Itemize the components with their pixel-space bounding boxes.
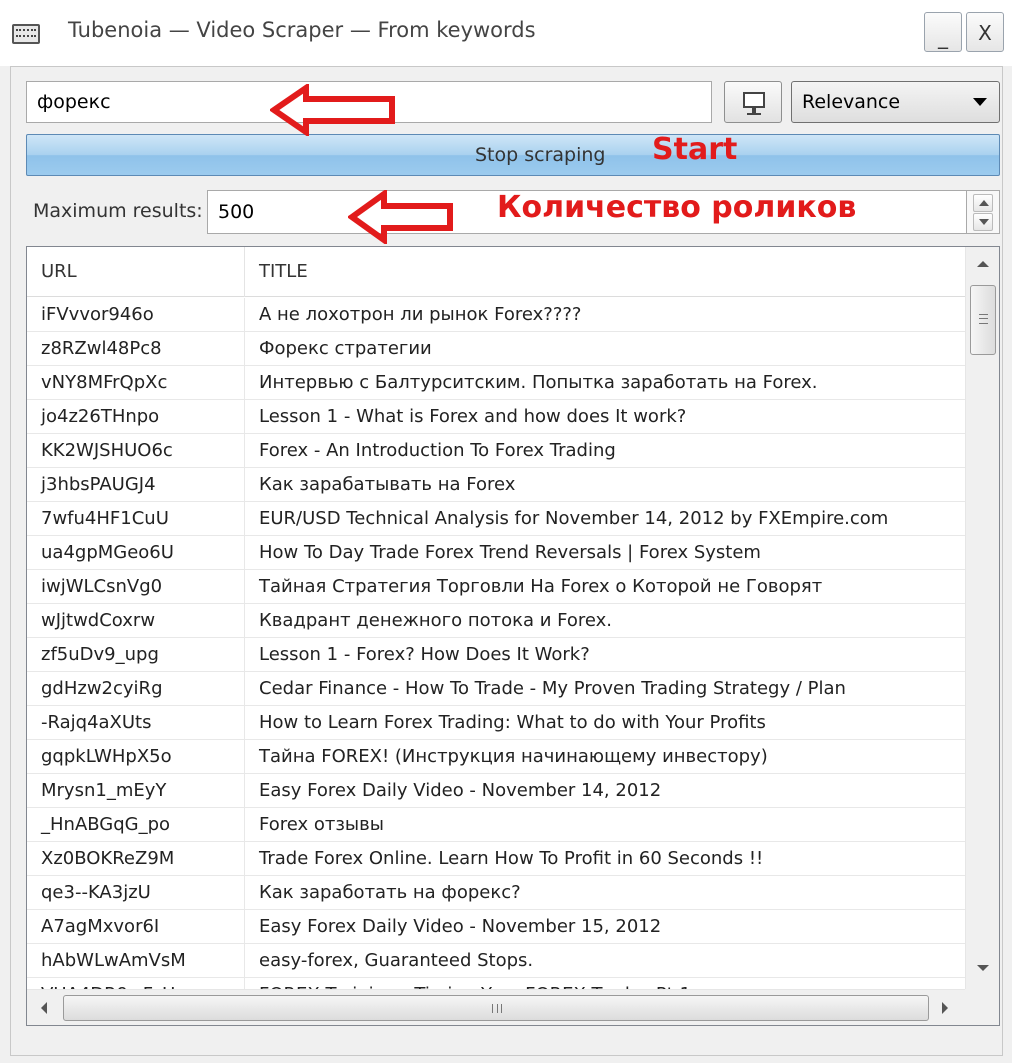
cell-url: wJjtwdCoxrw: [27, 604, 245, 637]
cell-title: How to Learn Forex Trading: What to do w…: [259, 712, 766, 733]
cell-url: zf5uDv9_upg: [27, 638, 245, 671]
column-header-title[interactable]: TITLE: [245, 247, 965, 297]
cell-title: Easy Forex Daily Video - November 15, 20…: [259, 916, 662, 937]
cell-title: Trade Forex Online. Learn How To Profit …: [259, 848, 764, 869]
horizontal-scroll-thumb[interactable]: [63, 995, 929, 1021]
cell-title: Forex отзывы: [259, 814, 384, 835]
horizontal-scrollbar[interactable]: [27, 989, 965, 1025]
cell-url: -Rajq4aXUts: [27, 706, 245, 739]
annotation-arrow-search-icon: [270, 84, 395, 136]
cell-title: How To Day Trade Forex Trend Reversals |…: [259, 542, 761, 563]
cell-url: z8RZwl48Pc8: [27, 332, 245, 365]
chevron-down-icon: [973, 98, 987, 106]
annotation-start: Start: [652, 132, 738, 167]
scroll-corner: [965, 989, 999, 1025]
cell-title: easy-forex, Guaranteed Stops.: [259, 950, 534, 971]
table-body: iFVvvor946o А не лохотрон ли рынок Forex?…: [27, 298, 965, 1012]
vertical-scroll-thumb[interactable]: [970, 285, 996, 355]
cell-url: _HnABGqG_po: [27, 808, 245, 841]
scroll-right-icon[interactable]: [942, 1002, 948, 1014]
cell-url: hAbWLwAmVsM: [27, 944, 245, 977]
cell-url: 7wfu4HF1CuU: [27, 502, 245, 535]
table-row[interactable]: gdHzw2cyiRg Cedar Finance - How To Trade …: [27, 672, 965, 706]
cell-title: А не лохотрон ли рынок Forex????: [259, 304, 582, 325]
cell-title: Как зарабатывать на Forex: [259, 474, 516, 495]
cell-title: Интервью с Балтурситским. Попытка зарабо…: [259, 372, 818, 393]
cell-url: A7agMxvor6I: [27, 910, 245, 943]
spin-down-icon[interactable]: [973, 213, 993, 231]
cell-url: gdHzw2cyiRg: [27, 672, 245, 705]
minimize-label: _: [938, 25, 948, 49]
table-row[interactable]: jo4z26THnpo Lesson 1 - What is Forex and …: [27, 400, 965, 434]
table-row[interactable]: 7wfu4HF1CuU EUR/USD Technical Analysis fo…: [27, 502, 965, 536]
table-row[interactable]: -Rajq4aXUts How to Learn Forex Trading: W…: [27, 706, 965, 740]
table-row[interactable]: wJjtwdCoxrw Квадрант денежного потока и F…: [27, 604, 965, 638]
annotation-arrow-max-results-icon: [348, 190, 453, 244]
cell-title: Форекс стратегии: [259, 338, 432, 359]
results-table: URL TITLE iFVvvor946o А не лохотрон ли ры…: [26, 246, 1000, 1026]
stop-scraping-label: Stop scraping: [475, 144, 606, 166]
table-row[interactable]: _HnABGqG_po Forex отзывы: [27, 808, 965, 842]
table-header: URL TITLE: [27, 247, 965, 297]
spin-up-icon[interactable]: [973, 194, 993, 212]
table-row[interactable]: Mrysn1_mEyY Easy Forex Daily Video - Nove…: [27, 774, 965, 808]
cell-url: qe3--KA3jzU: [27, 876, 245, 909]
table-row[interactable]: iwjWLCsnVg0 Тайная Стратегия Торговли На …: [27, 570, 965, 604]
window-title: Tubenoia — Video Scraper — From keywords: [68, 18, 536, 42]
scroll-left-icon[interactable]: [41, 1002, 47, 1014]
cell-url: iFVvvor946o: [27, 298, 245, 331]
cell-title: EUR/USD Technical Analysis for November …: [259, 508, 889, 529]
cell-url: Xz0BOKReZ9M: [27, 842, 245, 875]
scroll-up-icon[interactable]: [977, 261, 989, 267]
vertical-scrollbar[interactable]: [965, 247, 999, 989]
monitor-button[interactable]: [724, 81, 782, 123]
cell-title: Lesson 1 - What is Forex and how does It…: [259, 406, 687, 427]
cell-title: Lesson 1 - Forex? How Does It Work?: [259, 644, 590, 665]
stop-scraping-button[interactable]: Stop scraping: [26, 134, 1000, 176]
table-row[interactable]: hAbWLwAmVsM easy-forex, Guaranteed Stops.: [27, 944, 965, 978]
close-button[interactable]: X: [966, 12, 1004, 52]
app-icon: [12, 24, 40, 44]
title-bar: Tubenoia — Video Scraper — From keywords…: [0, 0, 1012, 66]
table-row[interactable]: iFVvvor946o А не лохотрон ли рынок Forex?…: [27, 298, 965, 332]
table-row[interactable]: KK2WJSHUO6c Forex - An Introduction To Fo…: [27, 434, 965, 468]
cell-url: vNY8MFrQpXc: [27, 366, 245, 399]
cell-title: Квадрант денежного потока и Forex.: [259, 610, 613, 631]
table-row[interactable]: j3hbsPAUGJ4 Как зарабатывать на Forex: [27, 468, 965, 502]
table-row[interactable]: ua4gpMGeo6U How To Day Trade Forex Trend …: [27, 536, 965, 570]
table-row[interactable]: Xz0BOKReZ9M Trade Forex Online. Learn How…: [27, 842, 965, 876]
scroll-down-icon[interactable]: [977, 965, 989, 971]
app-window: Tubenoia — Video Scraper — From keywords…: [0, 0, 1012, 1063]
cell-title: Forex - An Introduction To Forex Trading: [259, 440, 616, 461]
cell-title: Тайна FOREX! (Инструкция начинающему инв…: [259, 746, 768, 767]
cell-url: gqpkLWHpX5o: [27, 740, 245, 773]
max-results-spinner[interactable]: [966, 190, 1000, 234]
cell-url: iwjWLCsnVg0: [27, 570, 245, 603]
cell-url: KK2WJSHUO6c: [27, 434, 245, 467]
table-row[interactable]: gqpkLWHpX5o Тайна FOREX! (Инструкция начи…: [27, 740, 965, 774]
table-row[interactable]: A7agMxvor6I Easy Forex Daily Video - Nove…: [27, 910, 965, 944]
cell-url: j3hbsPAUGJ4: [27, 468, 245, 501]
cell-title: Cedar Finance - How To Trade - My Proven…: [259, 678, 846, 699]
annotation-video-count: Количество роликов: [497, 190, 857, 225]
cell-title: Как заработать на форекс?: [259, 882, 521, 903]
sort-order-select[interactable]: Relevance: [791, 81, 1000, 123]
cell-title: Тайная Стратегия Торговли На Forex о Кот…: [259, 576, 823, 597]
table-row[interactable]: z8RZwl48Pc8 Форекс стратегии: [27, 332, 965, 366]
max-results-label: Maximum results:: [33, 200, 203, 222]
sort-selected-value: Relevance: [802, 91, 901, 113]
table-row[interactable]: zf5uDv9_upg Lesson 1 - Forex? How Does It…: [27, 638, 965, 672]
monitor-icon: [743, 92, 765, 108]
cell-url: jo4z26THnpo: [27, 400, 245, 433]
cell-title: Easy Forex Daily Video - November 14, 20…: [259, 780, 662, 801]
table-row[interactable]: qe3--KA3jzU Как заработать на форекс?: [27, 876, 965, 910]
table-row[interactable]: vNY8MFrQpXc Интервью с Балтурситским. Поп…: [27, 366, 965, 400]
cell-url: ua4gpMGeo6U: [27, 536, 245, 569]
column-header-url[interactable]: URL: [27, 247, 245, 297]
cell-url: Mrysn1_mEyY: [27, 774, 245, 807]
minimize-button[interactable]: _: [924, 12, 962, 52]
